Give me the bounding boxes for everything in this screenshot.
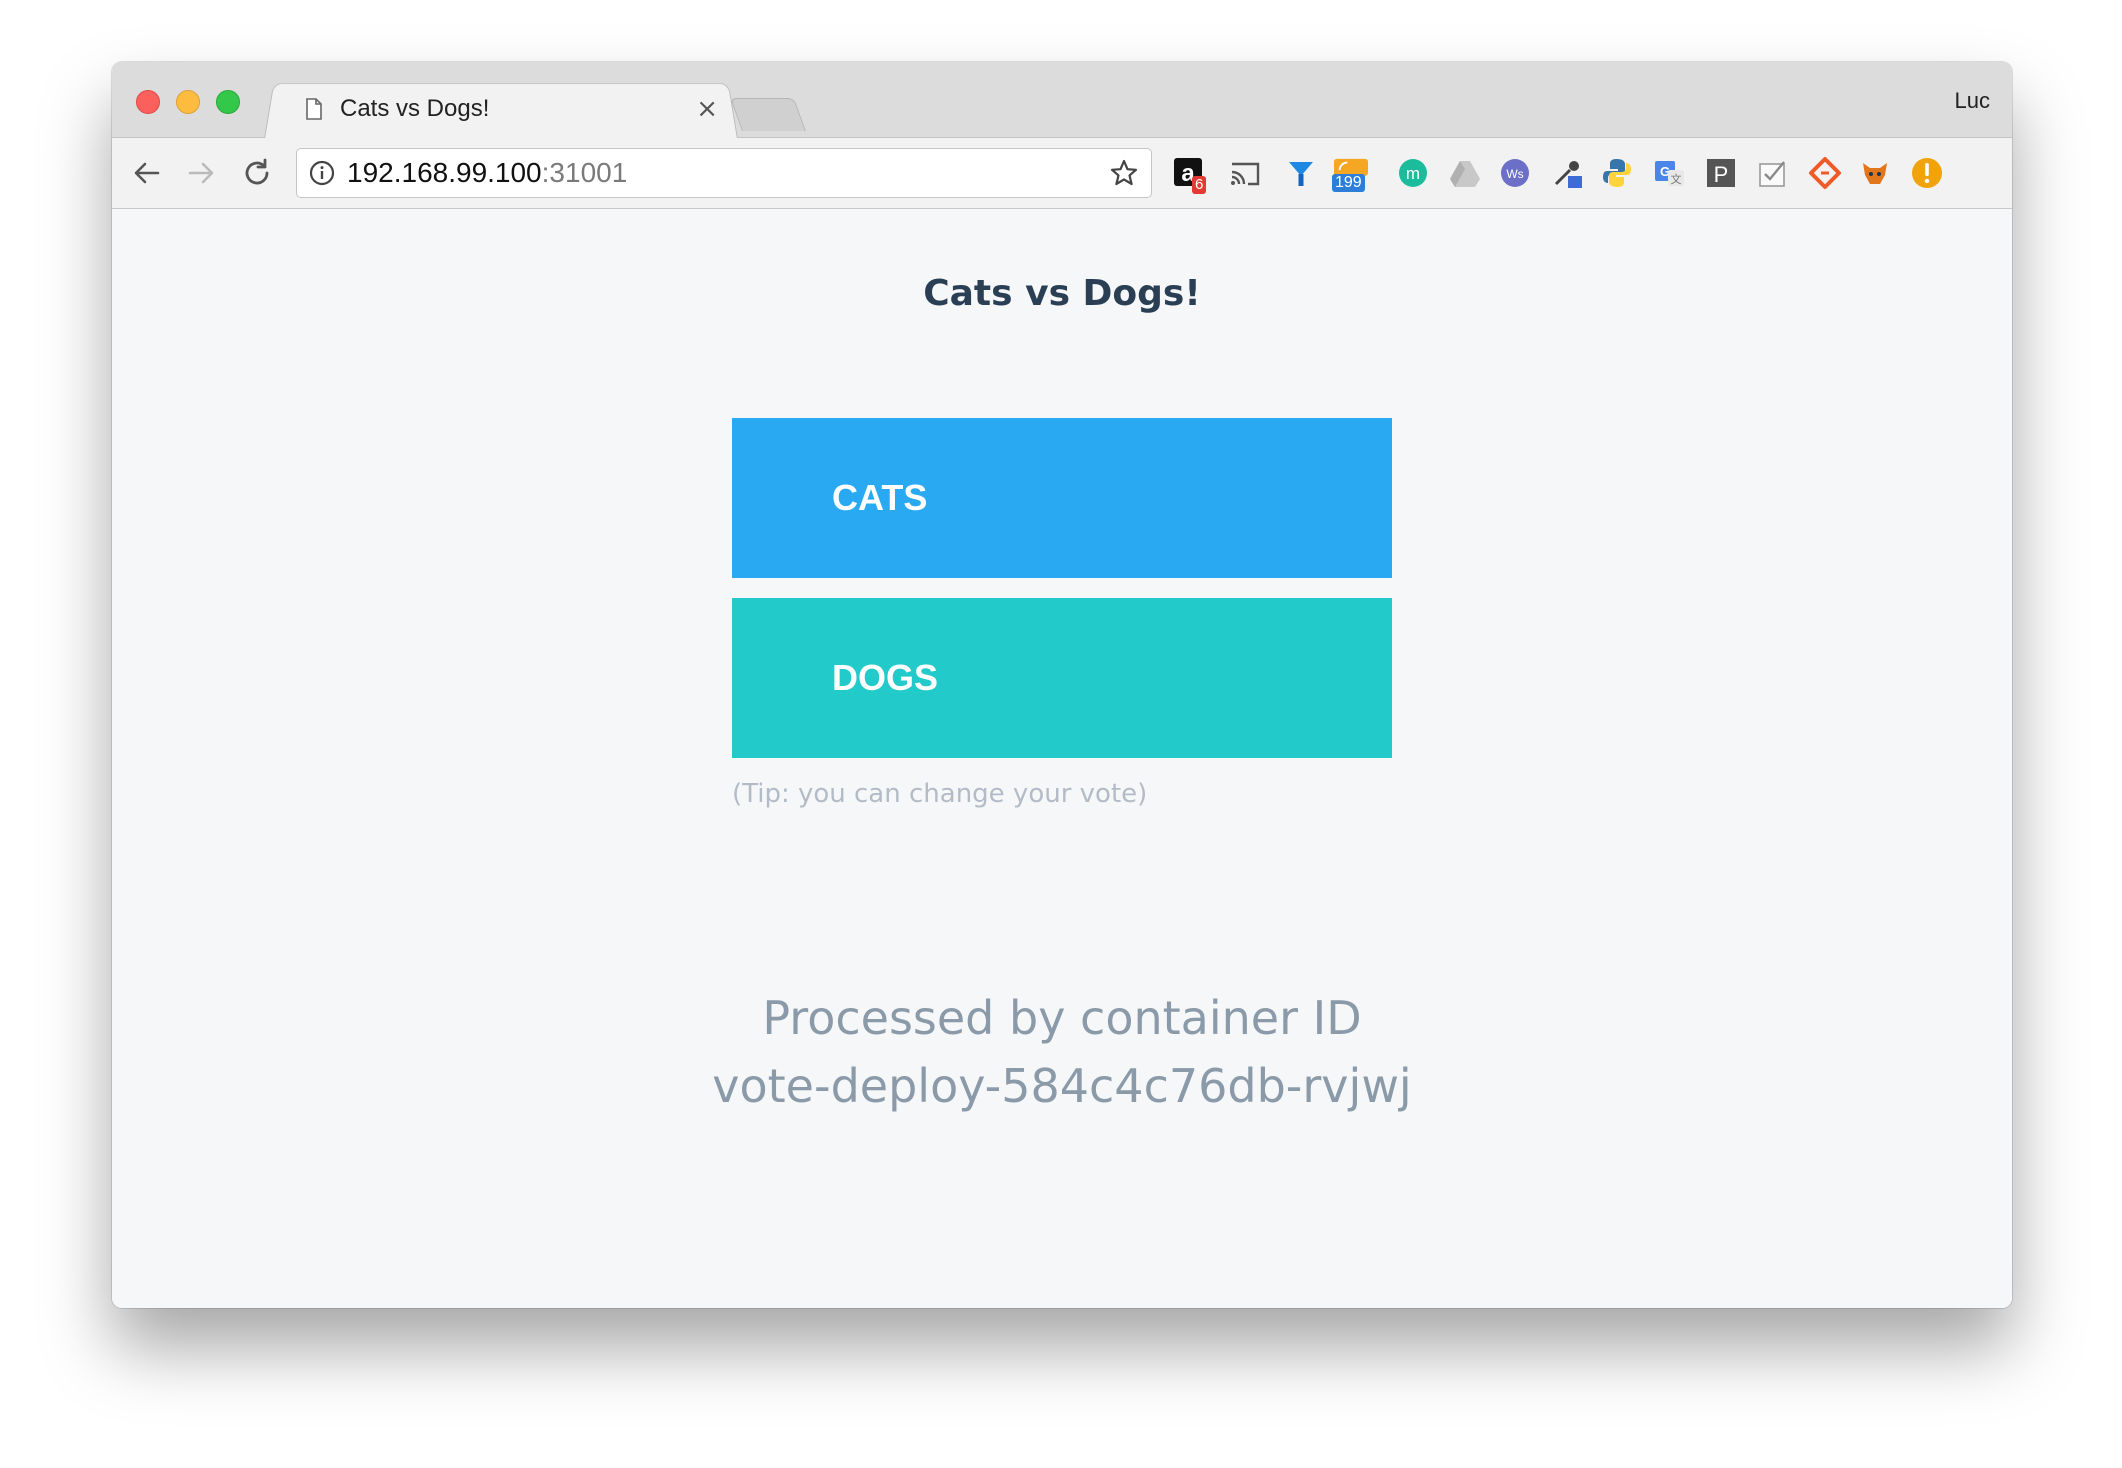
extension-p-icon[interactable]: P — [1704, 156, 1738, 190]
svg-text:Ws: Ws — [1506, 167, 1523, 181]
vote-dogs-button[interactable]: DOGS — [732, 598, 1392, 758]
window-minimize-button[interactable] — [176, 90, 200, 114]
cast-icon[interactable] — [1228, 156, 1262, 190]
tip-text: (Tip: you can change your vote) — [732, 779, 1148, 809]
amazon-badge: 6 — [1192, 176, 1207, 194]
profile-name[interactable]: Luc — [1955, 88, 1990, 114]
address-bar[interactable]: 192.168.99.100:31001 — [296, 148, 1152, 198]
fox-icon[interactable] — [1858, 156, 1892, 190]
forward-button[interactable] — [184, 156, 218, 190]
rss-icon[interactable]: 199 — [1332, 156, 1368, 192]
back-button[interactable] — [130, 156, 164, 190]
tab-strip: Cats vs Dogs! × Luc — [112, 62, 2012, 139]
eyedropper-icon[interactable] — [1550, 156, 1584, 190]
alert-icon[interactable] — [1910, 156, 1944, 190]
extension-m-icon[interactable]: m — [1396, 156, 1430, 190]
reload-icon — [245, 158, 269, 185]
tab-close-icon[interactable]: × — [696, 96, 718, 122]
extension-y-icon[interactable] — [1284, 156, 1318, 190]
svg-text:m: m — [1406, 164, 1420, 183]
arrow-left-icon — [134, 162, 160, 184]
translate-icon[interactable]: G 文 — [1652, 156, 1686, 190]
arrow-right-icon — [188, 162, 214, 184]
svg-text:文: 文 — [1671, 172, 1682, 186]
bookmark-star-icon[interactable] — [1109, 158, 1139, 188]
browser-toolbar: 192.168.99.100:31001 a 6 199 m Ws G 文 P — [112, 138, 2012, 209]
page-title: Cats vs Dogs! — [923, 273, 1201, 314]
url-port: :31001 — [541, 157, 628, 188]
window-close-button[interactable] — [136, 90, 160, 114]
page-content: Cats vs Dogs! CATS DOGS (Tip: you can ch… — [112, 209, 2012, 1308]
tab-title: Cats vs Dogs! — [340, 95, 490, 122]
amazon-icon[interactable]: a 6 — [1172, 156, 1207, 194]
window-maximize-button[interactable] — [216, 90, 240, 114]
container-id-text: Processed by container ID vote-deploy-58… — [112, 984, 2012, 1120]
url-host: 192.168.99.100 — [347, 157, 542, 188]
extension-diamond-icon[interactable] — [1808, 156, 1842, 190]
checklist-icon[interactable] — [1756, 156, 1790, 190]
url-text[interactable]: 192.168.99.100:31001 — [347, 157, 1109, 189]
document-icon — [306, 98, 322, 120]
reload-button[interactable] — [240, 156, 274, 190]
rss-badge: 199 — [1332, 174, 1365, 192]
extension-ws-icon[interactable]: Ws — [1498, 156, 1532, 190]
vote-cats-button[interactable]: CATS — [732, 418, 1392, 578]
svg-text:P: P — [1714, 162, 1729, 187]
python-icon[interactable] — [1600, 156, 1634, 190]
processed-label: Processed by container ID — [762, 991, 1362, 1045]
container-id: vote-deploy-584c4c76db-rvjwj — [712, 1059, 1412, 1113]
browser-window: Cats vs Dogs! × Luc 192.168.99.100:31001… — [112, 62, 2012, 1308]
new-tab-button[interactable] — [729, 98, 807, 131]
info-icon[interactable] — [309, 160, 335, 186]
drive-icon[interactable] — [1448, 156, 1482, 190]
tab-content[interactable]: Cats vs Dogs! × — [282, 80, 732, 138]
